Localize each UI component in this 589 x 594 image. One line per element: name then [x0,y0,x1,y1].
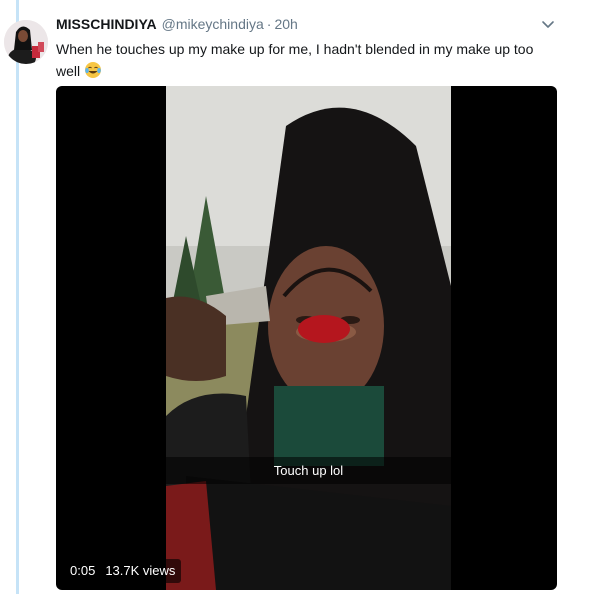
more-options-button[interactable] [540,18,556,32]
video-meta-badge: 0:05 13.7K views [64,559,182,583]
video-duration: 0:05 [70,563,96,578]
video-view-count: 13.7K views [105,563,176,578]
tweet-header: MISSCHINDIYA @mikeychindiya · 20h [56,14,556,34]
video-still [166,86,451,590]
video-caption: Touch up lol [166,457,451,484]
avatar[interactable] [4,20,48,64]
video-frame: Touch up lol [166,86,451,590]
user-handle[interactable]: @mikeychindiya [162,16,264,32]
display-name[interactable]: MISSCHINDIYA [56,16,157,32]
conversation-thread-line [16,0,19,594]
tweet-text: When he touches up my make up for me, I … [56,38,556,82]
separator-dot: · [266,16,272,32]
tweet-timestamp[interactable]: 20h [274,16,297,32]
tweet-body: When he touches up my make up for me, I … [56,41,534,79]
chevron-down-icon [542,21,554,28]
video-player[interactable]: Touch up lol 0:05 13.7K views [56,86,557,590]
avatar-image [4,20,48,64]
face-with-tears-of-joy-icon [85,62,102,78]
